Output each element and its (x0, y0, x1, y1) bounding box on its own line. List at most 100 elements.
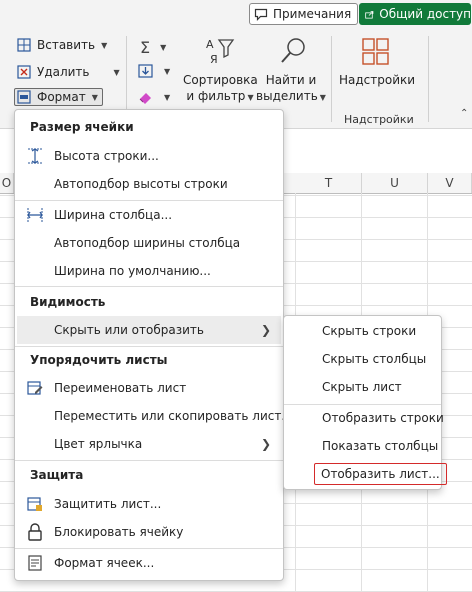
lock-icon (26, 523, 44, 541)
magnifier-icon (281, 38, 305, 63)
submenu-item-unhide-rows[interactable]: Отобразить строки (286, 405, 444, 431)
format-cells-icon (26, 554, 44, 572)
submenu-item-label: Скрыть строки (322, 324, 417, 338)
menu-item-label: Ширина по умолчанию... (54, 264, 211, 278)
find-select-label-2: выделить (256, 89, 318, 103)
menu-item-label: Высота строки... (54, 149, 159, 163)
menu-item-label: Автоподбор ширины столбца (54, 236, 241, 250)
rename-sheet-icon (26, 379, 44, 397)
menu-item-row-height[interactable]: Высота строки... (17, 142, 281, 170)
chevron-down-icon: ▼ (164, 92, 171, 102)
ribbon-divider (331, 36, 332, 122)
submenu-item-label: Отобразить строки (322, 411, 444, 425)
addins-icon (362, 38, 389, 65)
menu-item-protect-sheet[interactable]: Защитить лист... (17, 490, 281, 518)
chevron-down-icon: ▼ (113, 67, 120, 77)
clear-button[interactable]: ▼ (138, 90, 170, 104)
submenu-item-label: Показать столбцы (322, 439, 439, 453)
menu-item-autofit-column[interactable]: Автоподбор ширины столбца (17, 229, 281, 257)
svg-text:А: А (206, 38, 214, 51)
sort-filter-button[interactable]: Сортировка и фильтр ▼ (183, 72, 258, 106)
hide-unhide-submenu: Скрыть строки Скрыть столбцы Скрыть лист… (283, 315, 447, 490)
menu-divider (15, 346, 283, 347)
share-icon (365, 10, 374, 19)
share-button[interactable]: Общий доступ (359, 3, 471, 25)
title-bar: Примечания Общий доступ (0, 0, 472, 30)
section-organize-sheets: Упорядочить листы (30, 353, 168, 367)
menu-item-label: Защитить лист... (54, 497, 162, 511)
submenu-item-hide-columns[interactable]: Скрыть столбцы (286, 346, 439, 372)
ribbon-collapse-icon[interactable]: ⌃ (460, 108, 468, 119)
menu-item-autofit-row[interactable]: Автоподбор высоты строки (17, 170, 281, 198)
format-cells-icon (17, 90, 31, 104)
column-header-v[interactable]: V (428, 173, 472, 193)
delete-label: Удалить (37, 65, 90, 79)
submenu-item-label: Скрыть столбцы (322, 352, 427, 366)
menu-item-label: Переместить или скопировать лист... (54, 409, 293, 423)
menu-divider (15, 286, 283, 287)
menu-item-lock-cell[interactable]: Блокировать ячейку (17, 518, 281, 546)
sort-filter-line2-wrap: и фильтр ▼ (183, 88, 257, 106)
comment-icon (254, 8, 268, 21)
menu-item-label: Блокировать ячейку (54, 525, 184, 539)
insert-cells-icon (17, 38, 31, 52)
menu-item-label: Переименовать лист (54, 381, 187, 395)
submenu-item-label: Скрыть лист (322, 380, 402, 394)
sigma-icon: Σ (140, 38, 151, 57)
sort-filter-icon: А Я (206, 38, 235, 66)
menu-item-format-cells[interactable]: Формат ячеек... (17, 549, 281, 577)
comments-button[interactable]: Примечания (249, 3, 359, 25)
section-visibility: Видимость (30, 295, 106, 309)
menu-item-tab-color[interactable]: Цвет ярлычка ❯ (17, 430, 281, 458)
column-header-o[interactable]: O (0, 173, 14, 193)
insert-button[interactable]: Вставить ▼ (17, 38, 107, 52)
column-header-t[interactable]: T (296, 173, 362, 193)
chevron-down-icon: ▼ (164, 66, 171, 76)
addins-label: Надстройки (339, 73, 416, 87)
sort-filter-label-2: и фильтр (186, 89, 246, 103)
chevron-down-icon: ▼ (91, 92, 98, 102)
addins-group-label: Надстройки (344, 113, 414, 126)
menu-item-move-copy-sheet[interactable]: Переместить или скопировать лист... (17, 402, 293, 430)
format-label: Формат (37, 90, 86, 104)
menu-item-default-width[interactable]: Ширина по умолчанию... (17, 257, 281, 285)
fill-down-icon (138, 64, 153, 78)
insert-label: Вставить (37, 38, 96, 52)
section-cell-size: Размер ячейки (30, 120, 134, 134)
find-select-button[interactable]: Найти и выделить ▼ (256, 72, 326, 106)
share-label: Общий доступ (379, 7, 471, 21)
menu-item-label: Ширина столбца... (54, 208, 173, 222)
comments-label: Примечания (273, 7, 352, 21)
fill-button[interactable]: ▼ (138, 64, 170, 78)
chevron-down-icon: ▼ (160, 43, 167, 52)
find-select-line2-wrap: выделить ▼ (256, 88, 326, 106)
chevron-down-icon: ▼ (101, 40, 108, 50)
delete-button[interactable]: Удалить ▼ (17, 65, 120, 79)
autosum-button[interactable]: Σ ▼ (140, 38, 166, 57)
svg-text:Я: Я (210, 53, 218, 66)
menu-item-hide-unhide[interactable]: Скрыть или отобразить ❯ (17, 316, 281, 344)
format-button[interactable]: Формат ▼ (14, 88, 103, 106)
menu-item-column-width[interactable]: Ширина столбца... (17, 201, 281, 229)
format-dropdown-menu: Размер ячейки Высота строки... Автоподбо… (14, 109, 293, 581)
find-select-label-1: Найти и (265, 73, 317, 87)
addins-button[interactable]: Надстройки (339, 72, 415, 88)
column-header-u[interactable]: U (362, 173, 428, 193)
menu-divider (15, 460, 283, 461)
submenu-item-hide-rows[interactable]: Скрыть строки (286, 318, 439, 344)
row-height-icon (26, 147, 44, 165)
column-width-icon (26, 206, 44, 224)
submenu-item-unhide-columns[interactable]: Показать столбцы (286, 433, 439, 459)
eraser-icon (139, 93, 151, 104)
protect-sheet-icon (26, 495, 44, 513)
chevron-right-icon: ❯ (260, 323, 271, 337)
menu-item-rename-sheet[interactable]: Переименовать лист (17, 374, 281, 402)
submenu-item-unhide-sheet[interactable]: Отобразить лист... (286, 461, 447, 487)
chevron-down-icon: ▼ (247, 93, 254, 102)
submenu-item-label: Отобразить лист... (314, 463, 447, 485)
ribbon-divider (428, 36, 429, 122)
submenu-item-hide-sheet[interactable]: Скрыть лист (286, 374, 439, 400)
menu-item-label: Автоподбор высоты строки (54, 177, 228, 191)
menu-item-label: Цвет ярлычка (54, 437, 143, 451)
chevron-down-icon: ▼ (319, 93, 326, 102)
